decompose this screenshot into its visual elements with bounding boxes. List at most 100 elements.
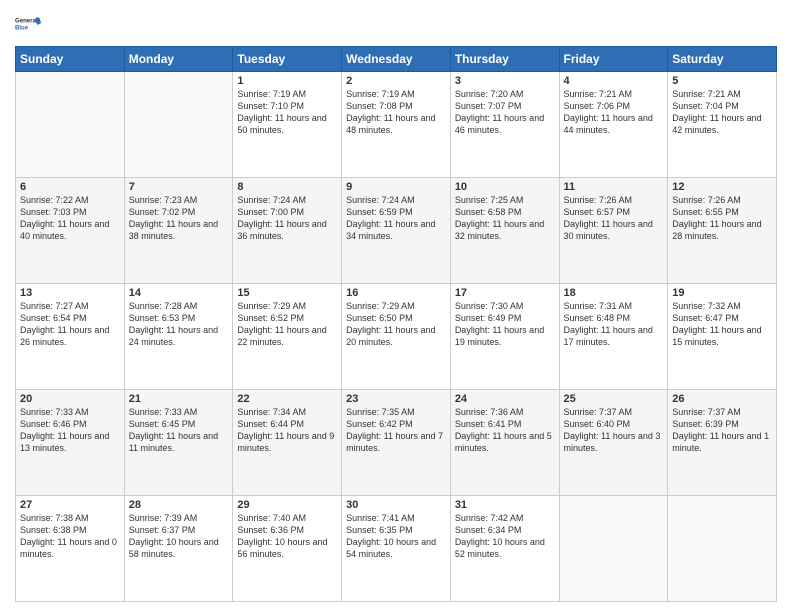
cell-info: Sunrise: 7:19 AMSunset: 7:08 PMDaylight:… <box>346 88 446 137</box>
calendar-cell: 4Sunrise: 7:21 AMSunset: 7:06 PMDaylight… <box>559 72 668 178</box>
calendar-cell: 19Sunrise: 7:32 AMSunset: 6:47 PMDayligh… <box>668 284 777 390</box>
cell-info: Sunrise: 7:25 AMSunset: 6:58 PMDaylight:… <box>455 194 555 243</box>
cell-info: Sunrise: 7:36 AMSunset: 6:41 PMDaylight:… <box>455 406 555 455</box>
day-number: 6 <box>20 181 120 193</box>
calendar-cell: 20Sunrise: 7:33 AMSunset: 6:46 PMDayligh… <box>16 390 125 496</box>
calendar-cell: 3Sunrise: 7:20 AMSunset: 7:07 PMDaylight… <box>450 72 559 178</box>
cell-info: Sunrise: 7:30 AMSunset: 6:49 PMDaylight:… <box>455 300 555 349</box>
day-number: 1 <box>237 75 337 87</box>
calendar-cell: 21Sunrise: 7:33 AMSunset: 6:45 PMDayligh… <box>124 390 233 496</box>
cell-info: Sunrise: 7:29 AMSunset: 6:50 PMDaylight:… <box>346 300 446 349</box>
calendar-cell: 31Sunrise: 7:42 AMSunset: 6:34 PMDayligh… <box>450 496 559 602</box>
day-number: 14 <box>129 287 229 299</box>
day-number: 26 <box>672 393 772 405</box>
logo-icon: GeneralBlue <box>15 10 43 38</box>
calendar-cell: 13Sunrise: 7:27 AMSunset: 6:54 PMDayligh… <box>16 284 125 390</box>
day-number: 4 <box>564 75 664 87</box>
calendar-cell: 14Sunrise: 7:28 AMSunset: 6:53 PMDayligh… <box>124 284 233 390</box>
day-number: 19 <box>672 287 772 299</box>
calendar-cell: 25Sunrise: 7:37 AMSunset: 6:40 PMDayligh… <box>559 390 668 496</box>
calendar-cell: 15Sunrise: 7:29 AMSunset: 6:52 PMDayligh… <box>233 284 342 390</box>
cell-info: Sunrise: 7:22 AMSunset: 7:03 PMDaylight:… <box>20 194 120 243</box>
day-number: 18 <box>564 287 664 299</box>
cell-info: Sunrise: 7:31 AMSunset: 6:48 PMDaylight:… <box>564 300 664 349</box>
calendar-cell: 29Sunrise: 7:40 AMSunset: 6:36 PMDayligh… <box>233 496 342 602</box>
cell-info: Sunrise: 7:33 AMSunset: 6:46 PMDaylight:… <box>20 406 120 455</box>
day-number: 12 <box>672 181 772 193</box>
cell-info: Sunrise: 7:37 AMSunset: 6:40 PMDaylight:… <box>564 406 664 455</box>
calendar-cell: 24Sunrise: 7:36 AMSunset: 6:41 PMDayligh… <box>450 390 559 496</box>
cell-info: Sunrise: 7:28 AMSunset: 6:53 PMDaylight:… <box>129 300 229 349</box>
day-of-week-header: Friday <box>559 47 668 72</box>
day-number: 15 <box>237 287 337 299</box>
calendar-cell: 8Sunrise: 7:24 AMSunset: 7:00 PMDaylight… <box>233 178 342 284</box>
day-number: 3 <box>455 75 555 87</box>
cell-info: Sunrise: 7:37 AMSunset: 6:39 PMDaylight:… <box>672 406 772 455</box>
cell-info: Sunrise: 7:19 AMSunset: 7:10 PMDaylight:… <box>237 88 337 137</box>
day-of-week-header: Tuesday <box>233 47 342 72</box>
cell-info: Sunrise: 7:27 AMSunset: 6:54 PMDaylight:… <box>20 300 120 349</box>
calendar-cell <box>16 72 125 178</box>
day-number: 28 <box>129 499 229 511</box>
day-number: 20 <box>20 393 120 405</box>
cell-info: Sunrise: 7:24 AMSunset: 6:59 PMDaylight:… <box>346 194 446 243</box>
cell-info: Sunrise: 7:33 AMSunset: 6:45 PMDaylight:… <box>129 406 229 455</box>
header: GeneralBlue <box>15 10 777 38</box>
cell-info: Sunrise: 7:42 AMSunset: 6:34 PMDaylight:… <box>455 512 555 561</box>
calendar-cell: 27Sunrise: 7:38 AMSunset: 6:38 PMDayligh… <box>16 496 125 602</box>
calendar-cell <box>124 72 233 178</box>
calendar-cell: 26Sunrise: 7:37 AMSunset: 6:39 PMDayligh… <box>668 390 777 496</box>
calendar-week-row: 1Sunrise: 7:19 AMSunset: 7:10 PMDaylight… <box>16 72 777 178</box>
cell-info: Sunrise: 7:41 AMSunset: 6:35 PMDaylight:… <box>346 512 446 561</box>
day-of-week-header: Thursday <box>450 47 559 72</box>
day-number: 25 <box>564 393 664 405</box>
calendar-cell: 17Sunrise: 7:30 AMSunset: 6:49 PMDayligh… <box>450 284 559 390</box>
cell-info: Sunrise: 7:32 AMSunset: 6:47 PMDaylight:… <box>672 300 772 349</box>
svg-text:Blue: Blue <box>15 26 29 32</box>
cell-info: Sunrise: 7:26 AMSunset: 6:57 PMDaylight:… <box>564 194 664 243</box>
calendar-week-row: 13Sunrise: 7:27 AMSunset: 6:54 PMDayligh… <box>16 284 777 390</box>
day-number: 21 <box>129 393 229 405</box>
day-of-week-header: Monday <box>124 47 233 72</box>
day-of-week-header: Saturday <box>668 47 777 72</box>
logo: GeneralBlue <box>15 10 43 38</box>
calendar-cell: 18Sunrise: 7:31 AMSunset: 6:48 PMDayligh… <box>559 284 668 390</box>
calendar-cell: 7Sunrise: 7:23 AMSunset: 7:02 PMDaylight… <box>124 178 233 284</box>
day-number: 24 <box>455 393 555 405</box>
calendar-cell: 2Sunrise: 7:19 AMSunset: 7:08 PMDaylight… <box>342 72 451 178</box>
calendar-cell: 12Sunrise: 7:26 AMSunset: 6:55 PMDayligh… <box>668 178 777 284</box>
cell-info: Sunrise: 7:35 AMSunset: 6:42 PMDaylight:… <box>346 406 446 455</box>
svg-text:General: General <box>15 19 38 25</box>
cell-info: Sunrise: 7:38 AMSunset: 6:38 PMDaylight:… <box>20 512 120 561</box>
calendar-cell: 23Sunrise: 7:35 AMSunset: 6:42 PMDayligh… <box>342 390 451 496</box>
day-number: 23 <box>346 393 446 405</box>
calendar-cell: 9Sunrise: 7:24 AMSunset: 6:59 PMDaylight… <box>342 178 451 284</box>
day-number: 11 <box>564 181 664 193</box>
cell-info: Sunrise: 7:39 AMSunset: 6:37 PMDaylight:… <box>129 512 229 561</box>
day-number: 2 <box>346 75 446 87</box>
day-number: 8 <box>237 181 337 193</box>
day-number: 27 <box>20 499 120 511</box>
cell-info: Sunrise: 7:23 AMSunset: 7:02 PMDaylight:… <box>129 194 229 243</box>
calendar-cell <box>668 496 777 602</box>
day-number: 7 <box>129 181 229 193</box>
day-number: 17 <box>455 287 555 299</box>
day-number: 30 <box>346 499 446 511</box>
day-of-week-header: Wednesday <box>342 47 451 72</box>
calendar-cell: 28Sunrise: 7:39 AMSunset: 6:37 PMDayligh… <box>124 496 233 602</box>
day-number: 5 <box>672 75 772 87</box>
calendar-cell: 5Sunrise: 7:21 AMSunset: 7:04 PMDaylight… <box>668 72 777 178</box>
calendar-week-row: 6Sunrise: 7:22 AMSunset: 7:03 PMDaylight… <box>16 178 777 284</box>
cell-info: Sunrise: 7:21 AMSunset: 7:04 PMDaylight:… <box>672 88 772 137</box>
calendar-header-row: SundayMondayTuesdayWednesdayThursdayFrid… <box>16 47 777 72</box>
cell-info: Sunrise: 7:26 AMSunset: 6:55 PMDaylight:… <box>672 194 772 243</box>
calendar-cell: 6Sunrise: 7:22 AMSunset: 7:03 PMDaylight… <box>16 178 125 284</box>
cell-info: Sunrise: 7:20 AMSunset: 7:07 PMDaylight:… <box>455 88 555 137</box>
day-number: 29 <box>237 499 337 511</box>
cell-info: Sunrise: 7:21 AMSunset: 7:06 PMDaylight:… <box>564 88 664 137</box>
cell-info: Sunrise: 7:24 AMSunset: 7:00 PMDaylight:… <box>237 194 337 243</box>
day-number: 13 <box>20 287 120 299</box>
calendar-cell: 11Sunrise: 7:26 AMSunset: 6:57 PMDayligh… <box>559 178 668 284</box>
calendar-cell: 22Sunrise: 7:34 AMSunset: 6:44 PMDayligh… <box>233 390 342 496</box>
calendar-cell <box>559 496 668 602</box>
